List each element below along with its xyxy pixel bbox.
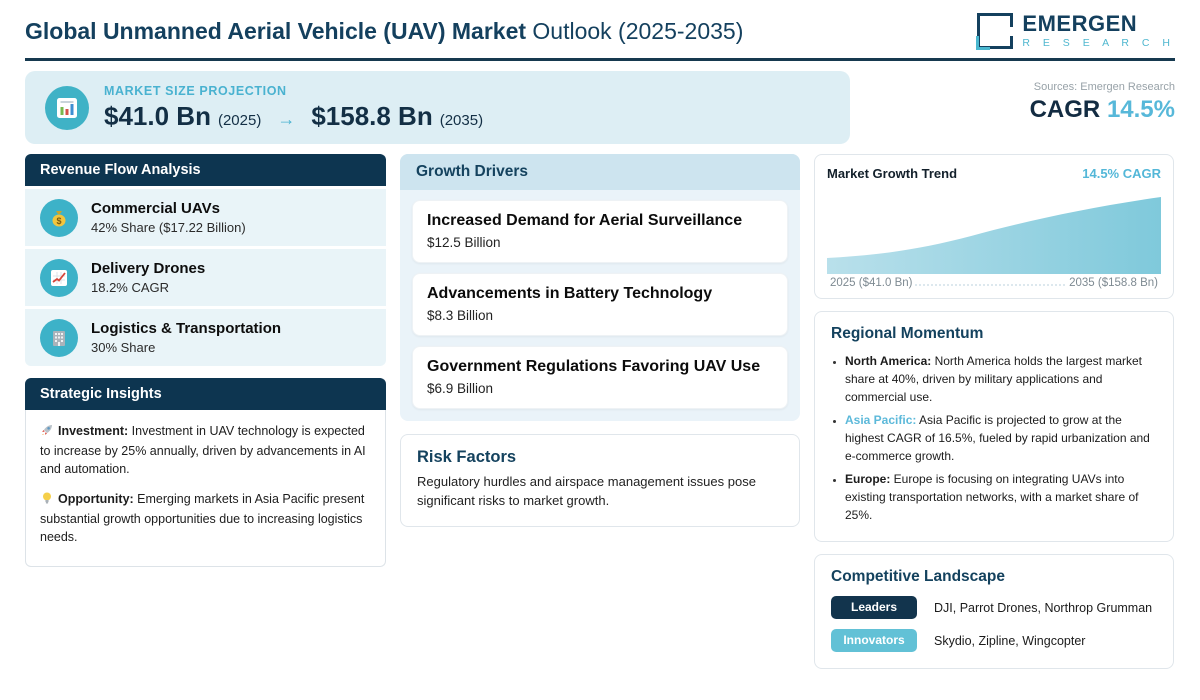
list-item: Delivery Drones 18.2% CAGR [25,249,386,306]
insight-lead: Investment: [58,424,129,438]
end-value: $158.8 Bn [311,100,433,131]
innovators-badge: Innovators [831,629,917,652]
market-size-banner: MARKET SIZE PROJECTION $41.0 Bn (2025) →… [25,71,850,144]
header: Global Unmanned Aerial Vehicle (UAV) Mar… [25,0,1175,50]
logo-square-icon [976,13,1016,50]
innovators-companies: Skydio, Zipline, Wingcopter [934,633,1086,648]
main-columns: Revenue Flow Analysis $ Commercial UAVs … [25,154,1175,669]
logo-text: EMERGEN R E S E A R C H [1022,13,1175,49]
region-lead: Asia Pacific: [845,413,917,427]
banner-side: Sources: Emergen Research CAGR 14.5% [1030,71,1175,124]
trend-cagr-badge: 14.5% CAGR [1082,166,1161,181]
competitive-row: Innovators Skydio, Zipline, Wingcopter [831,629,1157,652]
segment-title: Logistics & Transportation [91,320,282,337]
logo-subtitle: R E S E A R C H [1022,37,1175,50]
left-column: Revenue Flow Analysis $ Commercial UAVs … [25,154,386,567]
banner-label: MARKET SIZE PROJECTION [104,83,287,98]
sources-note: Sources: Emergen Research [1033,81,1175,93]
cagr-value: 14.5% [1106,96,1175,123]
page-title: Global Unmanned Aerial Vehicle (UAV) Mar… [25,18,743,45]
strategic-insights-panel: Strategic Insights Investment: Investmen… [25,378,386,567]
growth-drivers-section: Growth Drivers Increased Demand for Aeri… [400,154,800,421]
list-item: Logistics & Transportation 30% Share [25,309,386,366]
driver-title: Government Regulations Favoring UAV Use [427,358,761,375]
insight-item: Investment: Investment in UAV technology… [40,423,371,478]
driver-value: $6.9 Billion [427,381,494,396]
segment-stat: 42% Share ($17.22 Billion) [91,220,246,235]
money-bag-icon: $ [40,198,78,237]
region-lead: North America: [845,354,932,368]
list-item-text: Commercial UAVs 42% Share ($17.22 Billio… [91,200,246,235]
risk-factors-card: Risk Factors Regulatory hurdles and airs… [400,434,800,527]
svg-text:$: $ [56,216,61,226]
right-column: Market Growth Trend 14.5% CAGR 2025 ($41… [814,154,1174,669]
regional-momentum-title: Regional Momentum [831,325,984,342]
end-year: (2035) [439,111,484,129]
risk-factors-text: Regulatory hurdles and airspace manageme… [417,474,756,508]
building-icon [40,318,78,357]
trend-end-label: 2035 ($158.8 Bn) [1066,277,1161,289]
bulb-icon [40,491,54,511]
title-underline [25,58,1175,61]
insight-item: Opportunity: Emerging markets in Asia Pa… [40,491,371,546]
revenue-flow-panel: Revenue Flow Analysis $ Commercial UAVs … [25,154,386,366]
driver-value: $12.5 Billion [427,235,501,250]
regional-list: North America: North America holds the l… [831,352,1157,524]
cagr-line: CAGR 14.5% [1030,96,1175,124]
list-item: North America: North America holds the l… [845,352,1157,406]
competitive-landscape-card: Competitive Landscape Leaders DJI, Parro… [814,554,1174,669]
middle-column: Growth Drivers Increased Demand for Aeri… [400,154,800,527]
competitive-landscape-title: Competitive Landscape [831,568,1005,585]
segment-title: Commercial UAVs [91,200,220,217]
driver-title: Increased Demand for Aerial Surveillance [427,212,743,229]
bar-chart-icon [45,85,89,130]
strategic-insights-header: Strategic Insights [25,378,386,410]
trend-start-label: 2025 ($41.0 Bn) [827,277,916,289]
trend-axis-labels: 2025 ($41.0 Bn) 2035 ($158.8 Bn) [827,277,1161,289]
growth-driver-card: Increased Demand for Aerial Surveillance… [412,200,788,263]
growth-driver-card: Government Regulations Favoring UAV Use … [412,346,788,409]
cagr-label: CAGR [1029,96,1101,123]
logo-name: EMERGEN [1022,11,1138,37]
page-title-bold: Global Unmanned Aerial Vehicle (UAV) Mar… [25,17,527,44]
infographic-page: Global Unmanned Aerial Vehicle (UAV) Mar… [0,0,1200,669]
start-year: (2025) [217,111,262,129]
list-item-text: Logistics & Transportation 30% Share [91,320,281,355]
region-lead: Europe: [845,472,891,486]
competitive-row: Leaders DJI, Parrot Drones, Northrop Gru… [831,596,1157,619]
insight-lead: Opportunity: [58,492,134,507]
growth-drivers-header: Growth Drivers [400,154,800,190]
segment-title: Delivery Drones [91,260,206,277]
list-item-text: Delivery Drones 18.2% CAGR [91,260,205,295]
segment-stat: 18.2% CAGR [91,280,170,295]
list-item: Asia Pacific: Asia Pacific is projected … [845,411,1157,465]
growth-driver-card: Advancements in Battery Technology $8.3 … [412,273,788,336]
region-text: Europe is focusing on integrating UAVs i… [845,472,1139,522]
revenue-flow-header: Revenue Flow Analysis [25,154,386,186]
rocket-icon [40,423,54,443]
arrow-icon: → [277,108,296,129]
market-growth-trend-card: Market Growth Trend 14.5% CAGR 2025 ($41… [814,154,1174,299]
strategic-insights-body: Investment: Investment in UAV technology… [25,410,386,567]
chart-up-icon [40,258,78,297]
segment-stat: 30% Share [91,340,156,355]
list-item: $ Commercial UAVs 42% Share ($17.22 Bill… [25,189,386,246]
banner-row: MARKET SIZE PROJECTION $41.0 Bn (2025) →… [25,71,1175,144]
area-chart [827,197,1161,274]
regional-momentum-card: Regional Momentum North America: North A… [814,311,1174,542]
banner-text: MARKET SIZE PROJECTION $41.0 Bn (2025) →… [104,84,483,132]
list-item: Europe: Europe is focusing on integratin… [845,470,1157,524]
leaders-badge: Leaders [831,596,917,619]
page-title-rest: Outlook (2025-2035) [526,17,744,44]
trend-header: Market Growth Trend 14.5% CAGR [827,166,1161,181]
emergen-logo: EMERGEN R E S E A R C H [976,13,1175,50]
leaders-companies: DJI, Parrot Drones, Northrop Grumman [934,600,1153,615]
banner-projection: $41.0 Bn (2025) → $158.8 Bn (2035) [104,101,483,132]
trend-title: Market Growth Trend [827,166,958,181]
driver-value: $8.3 Billion [427,308,494,323]
risk-factors-title: Risk Factors [417,448,517,466]
start-value: $41.0 Bn [104,100,211,131]
driver-title: Advancements in Battery Technology [427,285,713,302]
